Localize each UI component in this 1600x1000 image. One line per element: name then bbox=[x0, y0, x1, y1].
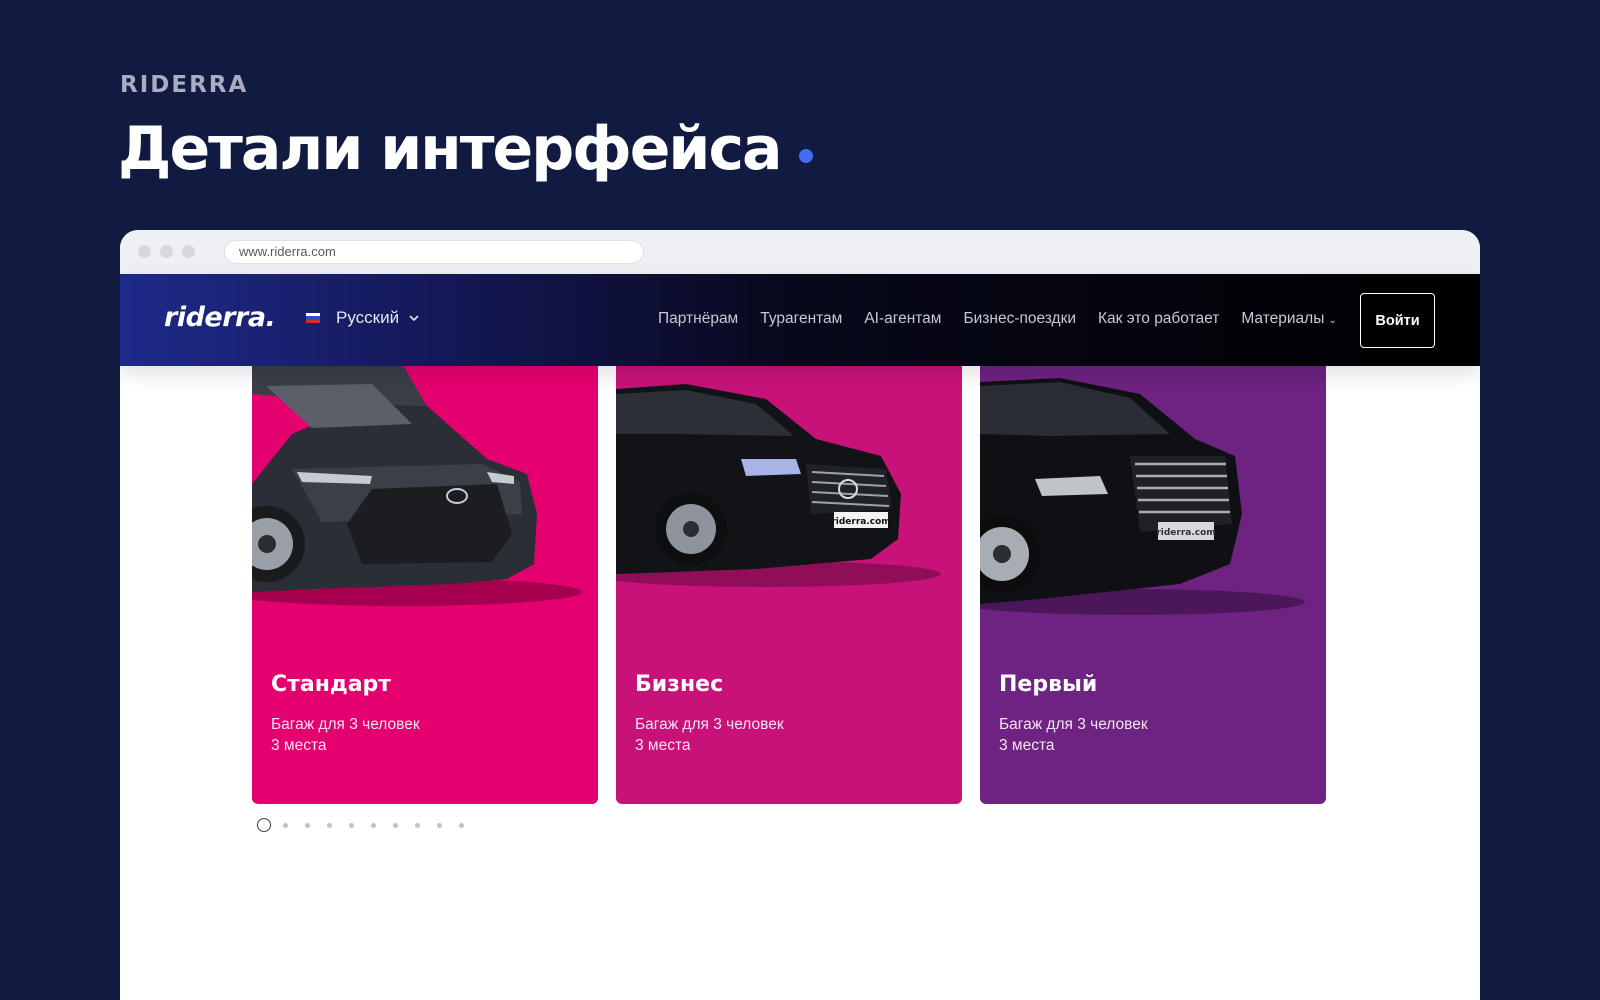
nav-ai-agents[interactable]: AI-агентам bbox=[864, 310, 941, 328]
window-minimize-dot[interactable] bbox=[160, 245, 173, 258]
window-close-dot[interactable] bbox=[138, 245, 151, 258]
pagination-dot[interactable] bbox=[415, 822, 420, 828]
pagination-dot[interactable] bbox=[283, 822, 288, 828]
chevron-down-icon: ⌄ bbox=[1328, 315, 1337, 326]
nav-business-trips[interactable]: Бизнес-поездки bbox=[963, 310, 1076, 328]
pagination-dot[interactable] bbox=[459, 822, 464, 828]
brand-kicker: RIDERRA bbox=[120, 72, 249, 98]
sedan-car-image bbox=[252, 364, 582, 606]
site-header: riderra. Русский Партнёрам Турагентам AI… bbox=[120, 274, 1480, 366]
pagination-dot[interactable] bbox=[305, 822, 310, 828]
svg-text:riderra.com: riderra.com bbox=[831, 517, 890, 527]
sedan-car-image: riderra.com bbox=[980, 378, 1305, 615]
card-luggage-text: Багаж для 3 человек bbox=[635, 716, 784, 733]
car-card-first[interactable]: riderra.com Первый Багаж для 3 человек 3… bbox=[980, 364, 1326, 804]
main-nav: Партнёрам Турагентам AI-агентам Бизнес-п… bbox=[658, 310, 1359, 328]
car-card-business[interactable]: riderra.com Бизнес Багаж для 3 человек 3… bbox=[616, 364, 962, 804]
accent-dot bbox=[798, 149, 813, 163]
nav-partners[interactable]: Партнёрам bbox=[658, 310, 738, 328]
card-seats-text: 3 места bbox=[999, 737, 1055, 754]
svg-text:riderra.com: riderra.com bbox=[1156, 528, 1215, 538]
language-label: Русский bbox=[336, 308, 400, 327]
card-title: Первый bbox=[999, 672, 1098, 697]
login-button[interactable]: Войти bbox=[1360, 293, 1435, 348]
card-luggage-text: Багаж для 3 человек bbox=[999, 716, 1148, 733]
carousel-pagination bbox=[257, 818, 481, 832]
browser-window: www.riderra.com riderra. Русский Партнёр… bbox=[120, 230, 1480, 1000]
sedan-car-image: riderra.com bbox=[616, 384, 941, 587]
page-title-text: Детали интерфейса bbox=[118, 114, 783, 184]
nav-how-it-works[interactable]: Как это работает bbox=[1098, 310, 1219, 328]
card-seats-text: 3 места bbox=[635, 737, 691, 754]
page-title: Детали интерфейса bbox=[118, 114, 813, 184]
nav-materials-label: Материалы bbox=[1241, 310, 1325, 327]
presentation-slide: RIDERRA Детали интерфейса www.riderra.co… bbox=[0, 0, 1600, 1000]
card-seats-text: 3 места bbox=[271, 737, 327, 754]
pagination-dot[interactable] bbox=[371, 822, 376, 828]
russia-flag-icon bbox=[306, 313, 320, 323]
pagination-dot[interactable] bbox=[349, 822, 354, 828]
chevron-down-icon bbox=[409, 315, 419, 321]
pagination-dot-active[interactable] bbox=[257, 818, 271, 832]
address-bar[interactable]: www.riderra.com bbox=[224, 240, 644, 264]
card-luggage-text: Багаж для 3 человек bbox=[271, 716, 420, 733]
site-logo[interactable]: riderra. bbox=[164, 302, 276, 333]
card-title: Бизнес bbox=[635, 672, 724, 697]
car-class-carousel: Стандарт Багаж для 3 человек 3 места rid… bbox=[252, 364, 1344, 804]
nav-travel-agents[interactable]: Турагентам bbox=[760, 310, 842, 328]
language-selector[interactable]: Русский bbox=[306, 308, 419, 328]
window-maximize-dot[interactable] bbox=[182, 245, 195, 258]
pagination-dot[interactable] bbox=[393, 822, 398, 828]
car-card-standard[interactable]: Стандарт Багаж для 3 человек 3 места bbox=[252, 364, 598, 804]
nav-materials[interactable]: Материалы ⌄ bbox=[1241, 310, 1336, 328]
pagination-dot[interactable] bbox=[437, 822, 442, 828]
pagination-dot[interactable] bbox=[327, 822, 332, 828]
browser-chrome: www.riderra.com bbox=[120, 230, 1480, 274]
card-title: Стандарт bbox=[271, 672, 392, 697]
